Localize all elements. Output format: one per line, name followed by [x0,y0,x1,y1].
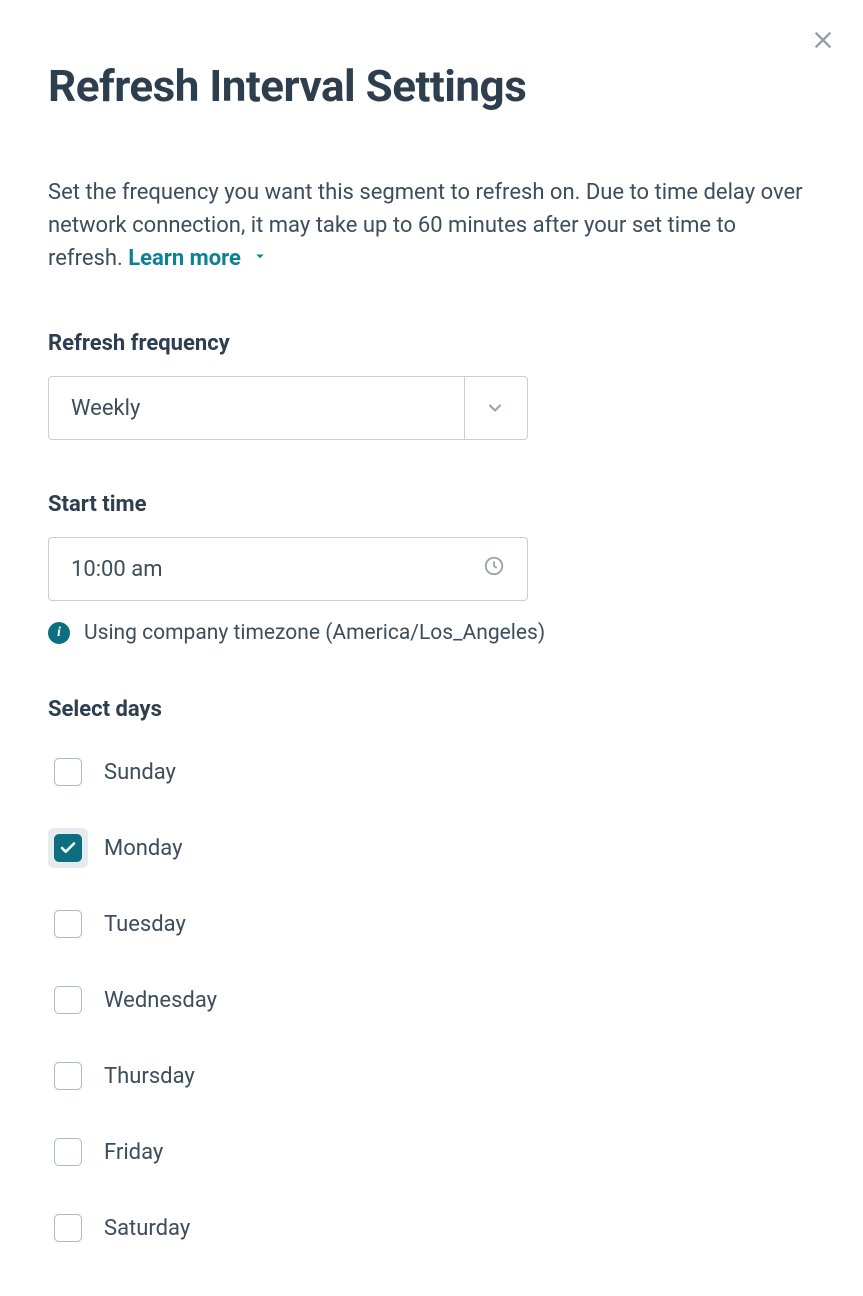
dialog-description: Set the frequency you want this segment … [48,176,815,275]
info-icon: i [48,622,70,644]
day-checkbox-thursday[interactable] [54,1062,82,1090]
checkbox-wrapper [48,1208,88,1248]
clock-icon [483,555,505,583]
learn-more-link[interactable]: Learn more [128,242,269,275]
day-row-monday[interactable]: Monday [48,828,815,868]
day-row-tuesday[interactable]: Tuesday [48,904,815,944]
learn-more-label: Learn more [128,242,241,275]
start-time-input[interactable]: 10:00 am [48,537,528,601]
chevron-down-icon [464,377,505,439]
timezone-text: Using company timezone (America/Los_Ange… [84,621,545,645]
start-time-value: 10:00 am [71,557,163,582]
checkbox-wrapper [48,1132,88,1172]
days-list: Sunday Monday Tuesday Wednesday Thursday Frid… [48,752,815,1248]
day-row-saturday[interactable]: Saturday [48,1208,815,1248]
day-label: Saturday [104,1216,190,1241]
refresh-frequency-label: Refresh frequency [48,331,815,356]
day-checkbox-saturday[interactable] [54,1214,82,1242]
close-icon [809,26,837,58]
day-label: Tuesday [104,912,186,937]
day-label: Friday [104,1140,163,1165]
day-row-sunday[interactable]: Sunday [48,752,815,792]
checkbox-wrapper [48,828,88,868]
checkbox-wrapper [48,980,88,1020]
day-row-thursday[interactable]: Thursday [48,1056,815,1096]
refresh-frequency-value: Weekly [71,396,140,421]
day-checkbox-wednesday[interactable] [54,986,82,1014]
day-checkbox-friday[interactable] [54,1138,82,1166]
close-button[interactable] [809,26,837,58]
day-checkbox-monday[interactable] [54,834,82,862]
day-row-wednesday[interactable]: Wednesday [48,980,815,1020]
day-label: Wednesday [104,988,217,1013]
checkbox-wrapper [48,904,88,944]
checkbox-wrapper [48,752,88,792]
select-days-label: Select days [48,697,815,722]
day-checkbox-sunday[interactable] [54,758,82,786]
day-label: Sunday [104,760,176,785]
dialog-title: Refresh Interval Settings [48,60,815,112]
day-label: Monday [104,836,183,861]
day-label: Thursday [104,1064,195,1089]
day-checkbox-tuesday[interactable] [54,910,82,938]
day-row-friday[interactable]: Friday [48,1132,815,1172]
chevron-down-icon [251,242,269,275]
checkbox-wrapper [48,1056,88,1096]
start-time-label: Start time [48,492,815,517]
timezone-note: i Using company timezone (America/Los_An… [48,621,815,645]
refresh-frequency-select[interactable]: Weekly [48,376,528,440]
